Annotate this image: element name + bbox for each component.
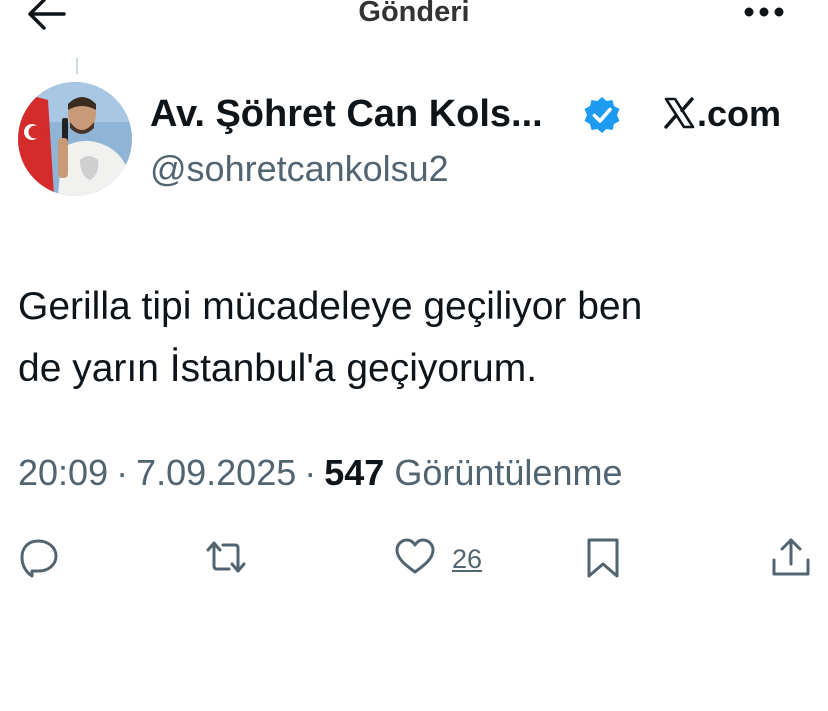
x-com-watermark: .com — [662, 93, 781, 135]
avatar[interactable] — [18, 82, 132, 196]
page-title: Gönderi — [358, 0, 470, 28]
reply-button[interactable] — [18, 536, 60, 582]
tweet-meta: 20:09 · 7.09.2025 · 547 Görüntülenme — [18, 452, 622, 494]
meta-separator: · — [304, 452, 317, 493]
retweet-button[interactable] — [205, 536, 247, 582]
heart-icon — [395, 538, 435, 574]
share-button[interactable] — [770, 536, 812, 582]
tweet-text-line: Gerilla tipi mücadeleye geçiliyor ben — [18, 285, 643, 328]
more-horizontal-icon — [744, 7, 784, 17]
tweet-text-line: de yarın İstanbul'a geçiyorum. — [18, 347, 538, 390]
views-count: 547 — [324, 452, 385, 493]
author-handle[interactable]: @sohretcankolsu2 — [150, 148, 449, 190]
top-bar: Gönderi — [0, 0, 828, 40]
verified-badge — [582, 95, 622, 135]
reply-icon — [20, 539, 58, 578]
thread-line — [76, 58, 78, 74]
like-count[interactable]: 26 — [452, 544, 482, 575]
avatar-image — [18, 82, 132, 196]
meta-separator: · — [116, 452, 129, 493]
more-button[interactable] — [740, 0, 788, 28]
tweet-date[interactable]: 7.09.2025 — [136, 452, 296, 493]
tweet-time[interactable]: 20:09 — [18, 452, 108, 493]
tweet-text: Gerilla tipi mücadeleye geçiliyor ben de… — [18, 276, 808, 400]
author-name[interactable]: Av. Şöhret Can Kols... — [150, 93, 543, 136]
x-logo-icon — [662, 96, 696, 130]
retweet-icon — [206, 541, 246, 573]
like-button[interactable] — [394, 536, 436, 582]
views-label: Görüntülenme — [394, 452, 623, 493]
bookmark-button[interactable] — [582, 536, 624, 582]
share-icon — [772, 538, 810, 576]
x-com-suffix: .com — [697, 93, 782, 134]
verified-badge-icon — [584, 97, 620, 133]
bookmark-icon — [587, 538, 619, 578]
action-bar: 26 — [0, 536, 828, 586]
